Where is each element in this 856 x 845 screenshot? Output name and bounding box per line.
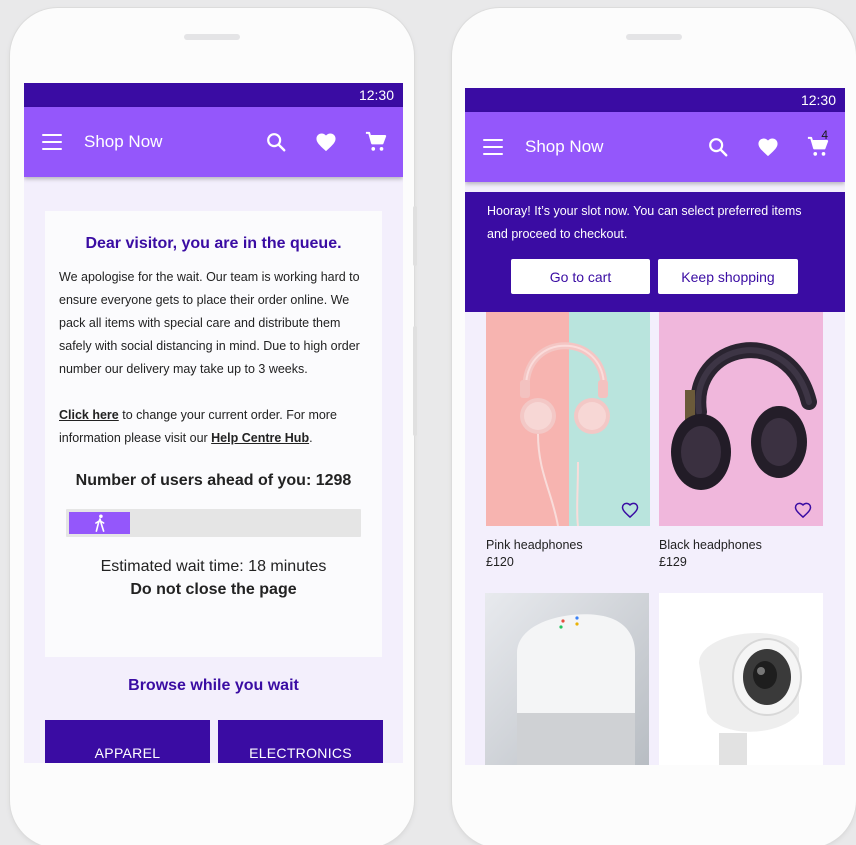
estimated-wait: Estimated wait time: 18 minutes: [100, 558, 327, 575]
heart-icon[interactable]: [313, 129, 339, 155]
product-image-security-camera[interactable]: [659, 593, 823, 765]
product-card[interactable]: [659, 593, 823, 765]
banner-text: Hooray! It’s your slot now. You can sele…: [487, 204, 802, 241]
product-name: Black headphones: [659, 538, 762, 552]
queue-progress-fill: [69, 512, 130, 534]
product-image-black-headphones[interactable]: [659, 312, 823, 526]
app-bar: Shop Now 4: [465, 112, 845, 182]
volume-button: [413, 326, 417, 436]
side-button: [413, 206, 417, 266]
cart-count-badge: 4: [821, 128, 828, 142]
category-apparel-button[interactable]: APPAREL: [45, 720, 210, 763]
app-title: Shop Now: [525, 137, 604, 156]
users-ahead: Number of users ahead of you: 1298: [75, 472, 352, 489]
screen-shop: 12:30 Shop Now 4 Hooray! It’s your slot …: [465, 88, 845, 765]
cart-icon[interactable]: [363, 129, 389, 155]
walking-person-icon: [94, 514, 104, 532]
help-centre-link[interactable]: Help Centre Hub: [211, 431, 309, 445]
menu-icon[interactable]: [42, 134, 62, 150]
screen-queue: 12:30 Shop Now Dear visitor, you are in …: [24, 83, 403, 763]
product-price: £120: [486, 555, 514, 569]
cart-icon[interactable]: 4: [805, 128, 831, 160]
phone-queue: 12:30 Shop Now Dear visitor, you are in …: [10, 8, 417, 845]
speaker-grille: [184, 34, 240, 40]
search-icon[interactable]: [263, 129, 289, 155]
product-card[interactable]: Pink headphones £120: [486, 312, 650, 569]
queue-title: Dear visitor, you are in the queue.: [85, 235, 342, 252]
queue-progress-bar: [66, 509, 361, 537]
go-to-cart-button[interactable]: Go to cart: [511, 259, 650, 294]
app-bar: Shop Now: [24, 107, 403, 177]
period: .: [309, 431, 313, 445]
category-electronics-button[interactable]: ELECTRONICS: [218, 720, 383, 763]
product-name: Pink headphones: [486, 538, 583, 552]
do-not-close: Do not close the page: [130, 581, 297, 598]
heart-outline-icon[interactable]: [793, 500, 813, 520]
product-image-pink-headphones[interactable]: [486, 312, 650, 526]
queue-card: Dear visitor, you are in the queue. We a…: [45, 211, 382, 657]
product-image-smart-speaker[interactable]: [485, 593, 649, 765]
keep-shopping-button[interactable]: Keep shopping: [658, 259, 798, 294]
queue-paragraph: We apologise for the wait. Our team is w…: [45, 266, 382, 450]
queue-apology-text: We apologise for the wait. Our team is w…: [59, 270, 360, 376]
slot-banner: Hooray! It’s your slot now. You can sele…: [465, 192, 845, 312]
status-time: 12:30: [358, 87, 394, 103]
heart-outline-icon[interactable]: [620, 500, 640, 520]
menu-icon[interactable]: [483, 139, 503, 155]
browse-title: Browse while you wait: [128, 677, 299, 694]
status-bar: 12:30: [24, 83, 403, 107]
product-card[interactable]: [485, 593, 649, 765]
speaker-grille: [626, 34, 682, 40]
product-price: £129: [659, 555, 687, 569]
search-icon[interactable]: [705, 134, 731, 160]
phone-shop: 12:30 Shop Now 4 Hooray! It’s your slot …: [452, 8, 856, 845]
heart-icon[interactable]: [755, 134, 781, 160]
product-card[interactable]: Black headphones £129: [659, 312, 823, 569]
app-title: Shop Now: [84, 132, 163, 151]
change-order-link[interactable]: Click here: [59, 408, 119, 422]
status-time: 12:30: [800, 92, 836, 108]
status-bar: 12:30: [465, 88, 845, 112]
